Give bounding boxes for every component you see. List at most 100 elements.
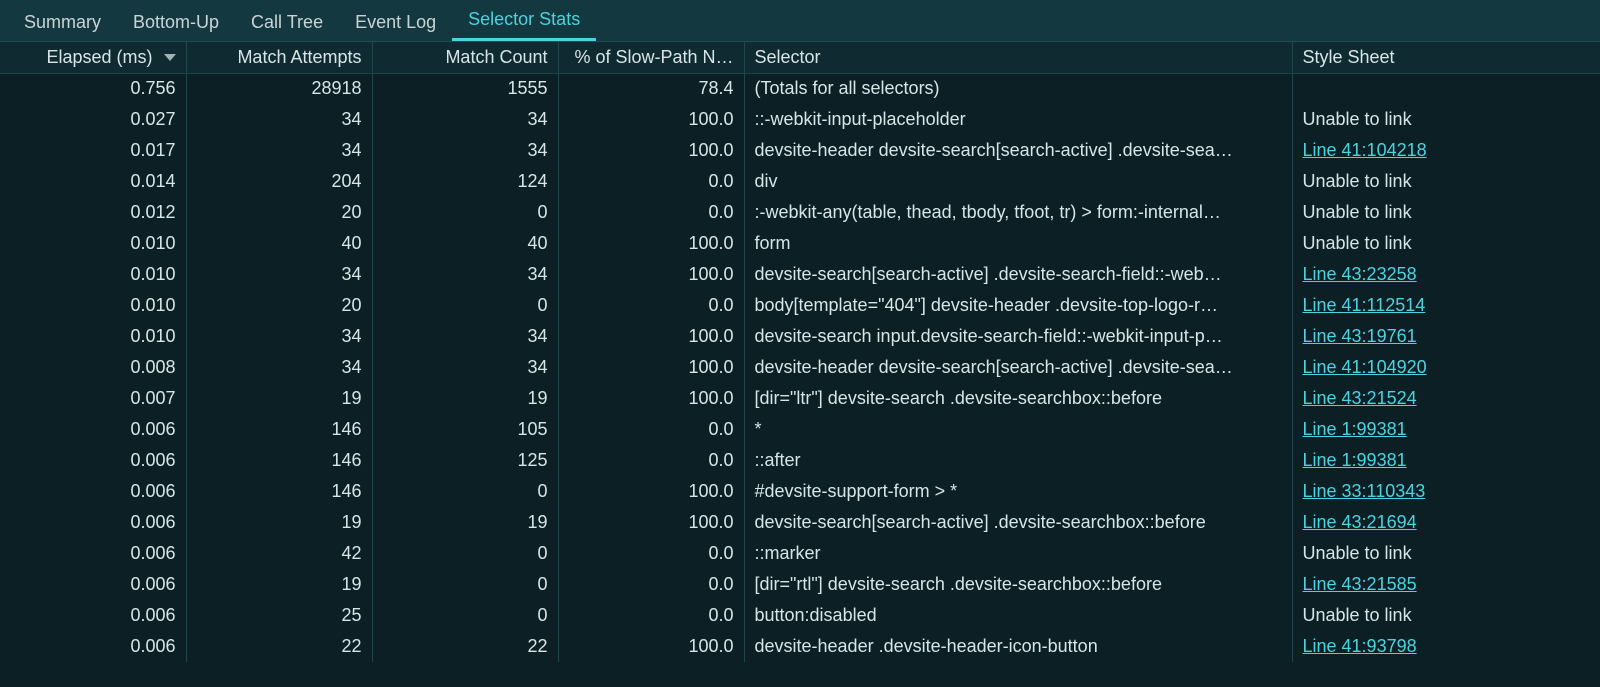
cell-sheet[interactable]: Line 43:21585 <box>1292 569 1600 600</box>
table-row[interactable]: 0.0083434100.0devsite-header devsite-sea… <box>0 352 1600 383</box>
table-row[interactable]: 0.0064200.0::markerUnable to link <box>0 538 1600 569</box>
cell-elapsed: 0.010 <box>0 259 186 290</box>
cell-elapsed: 0.027 <box>0 104 186 135</box>
cell-sheet[interactable]: Line 33:110343 <box>1292 476 1600 507</box>
cell-count: 34 <box>372 259 558 290</box>
cell-elapsed: 0.756 <box>0 73 186 104</box>
cell-sheet <box>1292 73 1600 104</box>
col-elapsed-label: Elapsed (ms) <box>46 47 152 67</box>
cell-attempts: 146 <box>186 445 372 476</box>
cell-attempts: 34 <box>186 259 372 290</box>
cell-attempts: 34 <box>186 352 372 383</box>
cell-sheet[interactable]: Line 1:99381 <box>1292 445 1600 476</box>
cell-sheet: Unable to link <box>1292 197 1600 228</box>
table-row[interactable]: 0.0273434100.0::-webkit-input-placeholde… <box>0 104 1600 135</box>
cell-sheet[interactable]: Line 43:23258 <box>1292 259 1600 290</box>
table-row[interactable]: 0.0061460100.0#devsite-support-form > *L… <box>0 476 1600 507</box>
stylesheet-link[interactable]: Line 43:23258 <box>1303 264 1417 284</box>
cell-selector: devsite-header devsite-search[search-act… <box>744 135 1292 166</box>
cell-selector: * <box>744 414 1292 445</box>
table-row[interactable]: 0.0062222100.0devsite-header .devsite-he… <box>0 631 1600 662</box>
cell-selector: (Totals for all selectors) <box>744 73 1292 104</box>
cell-elapsed: 0.006 <box>0 600 186 631</box>
stylesheet-link[interactable]: Line 41:93798 <box>1303 636 1417 656</box>
cell-selector: [dir="rtl"] devsite-search .devsite-sear… <box>744 569 1292 600</box>
cell-elapsed: 0.017 <box>0 135 186 166</box>
cell-sheet[interactable]: Line 1:99381 <box>1292 414 1600 445</box>
tab-event-log[interactable]: Event Log <box>339 2 452 41</box>
table-row[interactable]: 0.0103434100.0devsite-search[search-acti… <box>0 259 1600 290</box>
cell-pct: 0.0 <box>558 445 744 476</box>
cell-count: 34 <box>372 135 558 166</box>
cell-sheet[interactable]: Line 41:93798 <box>1292 631 1600 662</box>
table-row[interactable]: 0.0071919100.0[dir="ltr"] devsite-search… <box>0 383 1600 414</box>
cell-pct: 100.0 <box>558 352 744 383</box>
cell-sheet[interactable]: Line 41:104218 <box>1292 135 1600 166</box>
cell-selector: ::marker <box>744 538 1292 569</box>
table-row[interactable]: 0.0104040100.0formUnable to link <box>0 228 1600 259</box>
stylesheet-link[interactable]: Line 41:104218 <box>1303 140 1427 160</box>
cell-attempts: 40 <box>186 228 372 259</box>
table-row[interactable]: 0.0103434100.0devsite-search input.devsi… <box>0 321 1600 352</box>
tab-call-tree[interactable]: Call Tree <box>235 2 339 41</box>
cell-attempts: 25 <box>186 600 372 631</box>
cell-attempts: 146 <box>186 476 372 507</box>
table-row[interactable]: 0.0062500.0button:disabledUnable to link <box>0 600 1600 631</box>
table-row[interactable]: 0.0061461050.0*Line 1:99381 <box>0 414 1600 445</box>
table-row[interactable]: 0.0061919100.0devsite-search[search-acti… <box>0 507 1600 538</box>
cell-elapsed: 0.006 <box>0 476 186 507</box>
col-match-attempts[interactable]: Match Attempts <box>186 42 372 73</box>
stylesheet-link[interactable]: Line 33:110343 <box>1303 481 1426 501</box>
stylesheet-link[interactable]: Line 43:19761 <box>1303 326 1417 346</box>
cell-selector: div <box>744 166 1292 197</box>
col-match-count[interactable]: Match Count <box>372 42 558 73</box>
cell-count: 105 <box>372 414 558 445</box>
cell-elapsed: 0.010 <box>0 321 186 352</box>
cell-attempts: 20 <box>186 197 372 228</box>
stylesheet-link[interactable]: Line 41:112514 <box>1303 295 1426 315</box>
col-elapsed[interactable]: Elapsed (ms) <box>0 42 186 73</box>
cell-sheet: Unable to link <box>1292 600 1600 631</box>
stylesheet-link[interactable]: Line 43:21694 <box>1303 512 1417 532</box>
cell-selector: devsite-header devsite-search[search-act… <box>744 352 1292 383</box>
stylesheet-link[interactable]: Line 43:21524 <box>1303 388 1417 408</box>
cell-pct: 100.0 <box>558 228 744 259</box>
cell-sheet: Unable to link <box>1292 538 1600 569</box>
table-row[interactable]: 0.0142041240.0divUnable to link <box>0 166 1600 197</box>
cell-elapsed: 0.006 <box>0 538 186 569</box>
cell-pct: 0.0 <box>558 290 744 321</box>
table-row[interactable]: 0.0122000.0:-webkit-any(table, thead, tb… <box>0 197 1600 228</box>
cell-sheet[interactable]: Line 43:19761 <box>1292 321 1600 352</box>
cell-selector: body[template="404"] devsite-header .dev… <box>744 290 1292 321</box>
table-row[interactable]: 0.0102000.0body[template="404"] devsite-… <box>0 290 1600 321</box>
stylesheet-link[interactable]: Line 1:99381 <box>1303 450 1407 470</box>
cell-sheet[interactable]: Line 43:21524 <box>1292 383 1600 414</box>
cell-selector: form <box>744 228 1292 259</box>
col-selector[interactable]: Selector <box>744 42 1292 73</box>
col-style-sheet[interactable]: Style Sheet <box>1292 42 1600 73</box>
tab-selector-stats[interactable]: Selector Stats <box>452 0 596 41</box>
cell-count: 0 <box>372 600 558 631</box>
cell-count: 1555 <box>372 73 558 104</box>
table-row[interactable]: 0.0061900.0[dir="rtl"] devsite-search .d… <box>0 569 1600 600</box>
stylesheet-link[interactable]: Line 41:104920 <box>1303 357 1427 377</box>
tab-bottom-up[interactable]: Bottom-Up <box>117 2 235 41</box>
cell-count: 19 <box>372 383 558 414</box>
cell-sheet[interactable]: Line 41:104920 <box>1292 352 1600 383</box>
cell-sheet[interactable]: Line 41:112514 <box>1292 290 1600 321</box>
cell-elapsed: 0.006 <box>0 414 186 445</box>
table-row[interactable]: 0.75628918155578.4(Totals for all select… <box>0 73 1600 104</box>
col-slow-path-pct[interactable]: % of Slow-Path N… <box>558 42 744 73</box>
cell-selector: button:disabled <box>744 600 1292 631</box>
tab-summary[interactable]: Summary <box>8 2 117 41</box>
stylesheet-link[interactable]: Line 43:21585 <box>1303 574 1417 594</box>
sort-desc-icon <box>164 54 176 61</box>
cell-pct: 0.0 <box>558 600 744 631</box>
table-row[interactable]: 0.0061461250.0::afterLine 1:99381 <box>0 445 1600 476</box>
cell-selector: [dir="ltr"] devsite-search .devsite-sear… <box>744 383 1292 414</box>
stylesheet-link[interactable]: Line 1:99381 <box>1303 419 1407 439</box>
cell-sheet[interactable]: Line 43:21694 <box>1292 507 1600 538</box>
cell-sheet: Unable to link <box>1292 166 1600 197</box>
table-row[interactable]: 0.0173434100.0devsite-header devsite-sea… <box>0 135 1600 166</box>
cell-count: 34 <box>372 352 558 383</box>
